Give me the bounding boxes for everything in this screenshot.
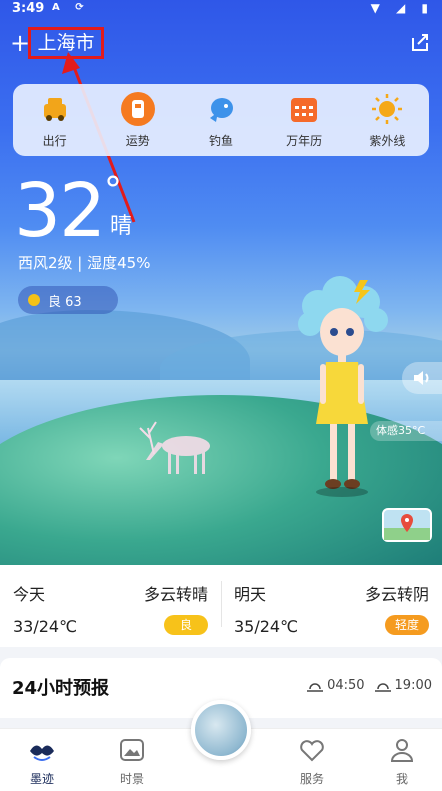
current-condition: 晴 <box>110 214 133 239</box>
sun-times: 04:50 19:00 <box>307 678 432 693</box>
sun-icon <box>370 92 404 126</box>
tab-scenery[interactable]: 时景 <box>92 737 172 787</box>
degree-symbol: ° <box>104 170 122 211</box>
quick-actions-bar: 出行 运势 钓鱼 万年历 紫外线 <box>13 84 429 156</box>
map-pin-icon <box>384 514 430 540</box>
fortune-icon <box>120 92 155 126</box>
day-name: 明天 <box>234 585 267 604</box>
aqi-badge[interactable]: 良 63 <box>18 286 118 314</box>
sunrise-icon <box>307 682 324 692</box>
sunset-icon <box>374 682 391 692</box>
top-bar: + 上海市 <box>0 26 442 62</box>
status-notification-icons: A ⟳ <box>52 2 90 13</box>
car-icon <box>38 92 72 126</box>
day-aqi-badge: 良 <box>164 615 208 635</box>
map-button[interactable] <box>382 508 432 542</box>
quick-item-label: 运势 <box>125 134 150 148</box>
deer-illustration <box>139 421 210 474</box>
tab-label: 我 <box>395 772 408 786</box>
tab-label: 时景 <box>119 772 144 786</box>
day-today[interactable]: 今天 多云转晴 33/24℃ 良 <box>0 565 221 647</box>
tab-me[interactable]: 我 <box>362 737 442 787</box>
status-time: 3:49 <box>12 1 45 16</box>
feels-like-label: 体感35°C <box>370 421 442 441</box>
profile-icon <box>390 739 414 762</box>
section-title: 24小时预报 <box>12 678 110 699</box>
tab-moji[interactable]: 墨迹 <box>2 737 82 787</box>
speaker-icon <box>414 371 429 385</box>
calendar-icon <box>287 92 321 126</box>
sunrise: 04:50 <box>307 678 365 693</box>
day-temperature: 33/24℃ <box>13 617 78 636</box>
current-temperature: 32 <box>14 168 106 254</box>
tab-service[interactable]: 服务 <box>272 737 352 787</box>
sunset-time: 19:00 <box>394 678 432 693</box>
quick-item-label: 万年历 <box>286 134 323 148</box>
center-feature-button[interactable] <box>191 700 251 760</box>
day-tomorrow[interactable]: 明天 多云转阴 35/24℃ 轻度 <box>221 565 442 647</box>
day-condition: 多云转晴 <box>143 585 208 604</box>
tab-label: 墨迹 <box>29 772 54 786</box>
photo-icon <box>120 739 144 761</box>
moji-icon <box>30 745 54 761</box>
quick-item-fishing[interactable]: 钓鱼 <box>186 92 256 156</box>
sunrise-time: 04:50 <box>327 678 365 693</box>
tab-label: 服务 <box>299 772 324 786</box>
aqi-value: 良 63 <box>48 294 82 310</box>
voice-broadcast-button[interactable] <box>402 362 442 394</box>
quick-item-fortune[interactable]: 运势 <box>103 92 173 156</box>
daily-summary: 今天 多云转晴 33/24℃ 良 明天 多云转阴 35/24℃ 轻度 <box>0 565 442 647</box>
quick-item-travel[interactable]: 出行 <box>20 92 90 156</box>
day-aqi-badge: 轻度 <box>385 615 429 635</box>
city-name[interactable]: 上海市 <box>28 27 104 59</box>
day-condition: 多云转阴 <box>364 585 429 604</box>
quick-item-label: 出行 <box>42 134 67 148</box>
service-icon <box>300 740 324 762</box>
share-icon[interactable] <box>410 32 430 52</box>
wind-humidity: 西风2级 | 湿度45% <box>18 254 151 272</box>
quick-item-uv[interactable]: 紫外线 <box>352 92 422 156</box>
day-temperature: 35/24℃ <box>234 617 299 636</box>
status-system-icons: ▼ ◢ ▮ <box>370 1 434 15</box>
quick-item-calendar[interactable]: 万年历 <box>269 92 339 156</box>
fish-icon <box>204 92 238 126</box>
status-bar: 3:49 A ⟳ ▼ ◢ ▮ <box>0 0 442 20</box>
character-illustration <box>298 276 388 497</box>
day-name: 今天 <box>13 585 46 604</box>
sunset: 19:00 <box>374 678 432 693</box>
quick-item-label: 钓鱼 <box>208 134 233 148</box>
quick-item-label: 紫外线 <box>369 134 406 148</box>
leaf-icon <box>28 294 40 306</box>
